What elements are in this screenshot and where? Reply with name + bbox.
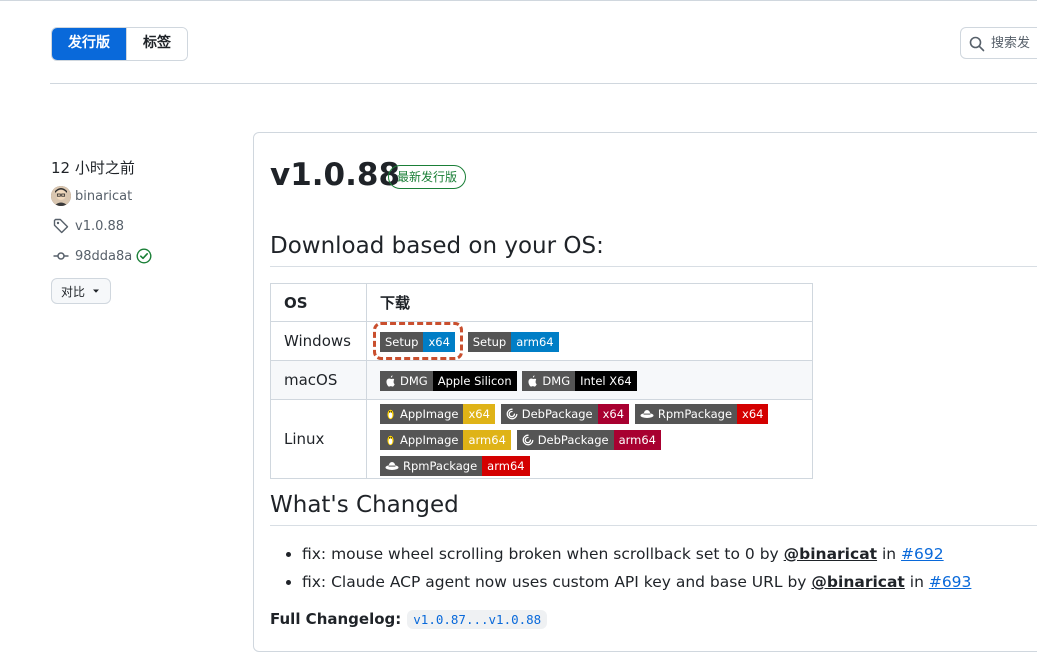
highlight-box: Setup x64 (373, 322, 463, 360)
tag-row[interactable]: v1.0.88 (51, 211, 152, 241)
rpmpackage-x64-badge[interactable]: RpmPackage x64 (634, 403, 769, 424)
debpackage-x64-badge[interactable]: DebPackage x64 (500, 403, 630, 424)
full-changelog-label: Full Changelog: (270, 610, 402, 628)
author-row[interactable]: binaricat (51, 181, 152, 211)
dmg-apple-silicon-badge[interactable]: DMG Apple Silicon (380, 370, 517, 391)
rpmpackage-arm64-badge[interactable]: RpmPackage arm64 (380, 455, 530, 476)
pr-link[interactable]: #693 (929, 573, 972, 591)
table-header-os: OS (270, 283, 367, 322)
author-mention-link[interactable]: @binaricat (811, 573, 904, 591)
linux-tux-icon (387, 435, 394, 445)
whats-changed-heading: What's Changed (270, 492, 459, 518)
debpackage-arm64-badge[interactable]: DebPackage arm64 (516, 429, 662, 450)
compare-button[interactable]: 对比 (51, 278, 111, 304)
setup-arm64-badge[interactable]: Setup arm64 (467, 331, 559, 352)
table-row-linux: Linux AppImage x64 DebPackage x64 RpmPacka… (270, 399, 813, 479)
appimage-x64-badge[interactable]: AppImage x64 (380, 403, 495, 424)
apple-icon (386, 374, 395, 387)
commit-row[interactable]: 98dda8a (51, 241, 152, 271)
os-macos: macOS (270, 360, 367, 400)
appimage-arm64-badge[interactable]: AppImage arm64 (380, 429, 511, 450)
divider (50, 83, 1037, 84)
pr-link[interactable]: #692 (901, 545, 944, 563)
top-border (0, 0, 1037, 1)
compare-label: 对比 (60, 284, 85, 299)
full-changelog: Full Changelog: v1.0.87...v1.0.88 (270, 610, 548, 629)
verified-check-icon (136, 248, 152, 264)
list-item: fix: Claude ACP agent now uses custom AP… (302, 568, 971, 596)
author-name[interactable]: binaricat (75, 189, 132, 204)
avatar (51, 186, 71, 206)
latest-release-badge: 最新发行版 (388, 165, 467, 189)
release-tabs: 发行版 标签 (51, 27, 188, 61)
os-windows: Windows (270, 321, 367, 361)
redhat-icon (640, 410, 654, 418)
release-meta: 12 小时之前 binaricat v1.0.88 98dda8a (51, 155, 152, 271)
tag-icon (51, 216, 71, 236)
dmg-intel-x64-badge[interactable]: DMG Intel X64 (522, 370, 637, 391)
triangle-down-icon (93, 289, 99, 293)
setup-x64-badge[interactable]: Setup x64 (380, 331, 455, 352)
tag-name[interactable]: v1.0.88 (75, 219, 124, 234)
commit-icon (51, 246, 71, 266)
changelog-compare-link[interactable]: v1.0.87...v1.0.88 (407, 610, 548, 629)
search-input[interactable] (991, 28, 1037, 58)
author-mention-link[interactable]: @binaricat (784, 545, 877, 563)
search-icon (969, 36, 985, 52)
heading-divider (270, 525, 1037, 526)
release-title[interactable]: v1.0.88 (270, 153, 400, 197)
changes-list: fix: mouse wheel scrolling broken when s… (284, 540, 971, 596)
download-table: OS 下载 Windows Setup x64 Setup arm64 macOS … (270, 283, 813, 479)
linux-tux-icon (387, 409, 394, 419)
commit-sha[interactable]: 98dda8a (75, 249, 132, 264)
table-row-windows: Windows Setup x64 Setup arm64 (270, 321, 813, 361)
redhat-icon (385, 462, 399, 470)
search-box[interactable] (960, 27, 1037, 59)
download-heading: Download based on your OS: (270, 233, 604, 259)
debian-icon (522, 434, 534, 445)
table-row-macos: macOS DMG Apple Silicon DMG Intel X64 (270, 360, 813, 400)
apple-icon (528, 374, 538, 387)
heading-divider (270, 266, 1037, 267)
os-linux: Linux (270, 399, 367, 479)
tab-releases[interactable]: 发行版 (52, 28, 126, 60)
debian-icon (506, 408, 518, 419)
table-header-download: 下载 (366, 283, 813, 322)
release-date: 12 小时之前 (51, 159, 135, 177)
tab-tags[interactable]: 标签 (126, 28, 187, 60)
list-item: fix: mouse wheel scrolling broken when s… (302, 540, 971, 568)
